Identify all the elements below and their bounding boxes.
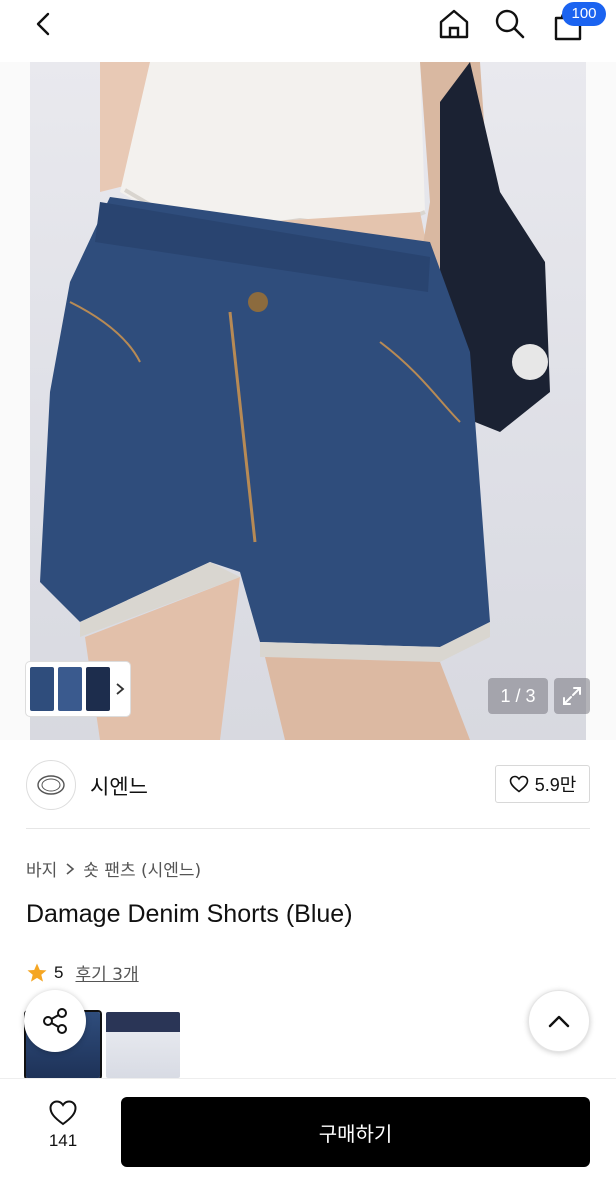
scroll-top-button[interactable] <box>528 990 590 1052</box>
expand-button[interactable] <box>554 678 590 714</box>
wishlist-count: 141 <box>48 1131 78 1150</box>
heart-icon <box>509 775 529 793</box>
buy-button[interactable]: 구매하기 <box>121 1097 590 1167</box>
expand-icon <box>563 687 581 705</box>
chevron-up-icon <box>548 1015 570 1028</box>
brand-row: 시엔느 5.9만 <box>0 740 616 830</box>
back-button[interactable] <box>24 4 64 44</box>
gallery-thumb[interactable] <box>86 667 110 711</box>
brand-name[interactable]: 시엔느 <box>90 771 148 801</box>
brand-logo[interactable] <box>26 760 76 810</box>
top-nav: 100 <box>0 0 616 50</box>
cart-count-badge: 100 <box>562 2 606 26</box>
chevron-right-icon <box>116 683 125 695</box>
brand-like-button[interactable]: 5.9만 <box>495 765 590 803</box>
share-button[interactable] <box>24 990 86 1052</box>
chevron-left-icon <box>36 12 50 36</box>
share-icon <box>43 1008 67 1034</box>
product-title: Damage Denim Shorts (Blue) <box>26 900 353 928</box>
brand-logo-icon <box>37 775 65 795</box>
review-link[interactable]: 후기 3개 <box>75 960 138 985</box>
rating-score: 5 <box>54 962 64 982</box>
gallery-thumb[interactable] <box>30 667 54 711</box>
product-photo <box>40 62 550 740</box>
bottom-action-bar: 141 구매하기 <box>0 1078 616 1200</box>
gallery-thumbnail-strip[interactable] <box>26 662 130 716</box>
product-main-image[interactable] <box>0 62 616 740</box>
breadcrumb-item[interactable]: 바지 <box>26 856 57 881</box>
home-icon <box>439 9 469 39</box>
image-counter: 1 / 3 <box>488 678 548 714</box>
search-button[interactable] <box>490 4 530 44</box>
heart-icon <box>49 1100 77 1126</box>
breadcrumb-item[interactable]: 숏 팬츠 (시엔느) <box>83 856 201 881</box>
chevron-right-icon <box>66 862 75 875</box>
gallery-thumb[interactable] <box>58 667 82 711</box>
review-photo[interactable] <box>106 1012 180 1078</box>
rating-row: 5 후기 3개 <box>26 960 139 985</box>
home-button[interactable] <box>434 4 474 44</box>
breadcrumb: 바지 숏 팬츠 (시엔느) <box>26 856 201 881</box>
star-icon <box>27 963 47 982</box>
search-icon <box>495 9 525 39</box>
wishlist-button[interactable]: 141 <box>30 1099 96 1169</box>
divider <box>26 828 590 829</box>
brand-like-count: 5.9만 <box>534 775 577 795</box>
